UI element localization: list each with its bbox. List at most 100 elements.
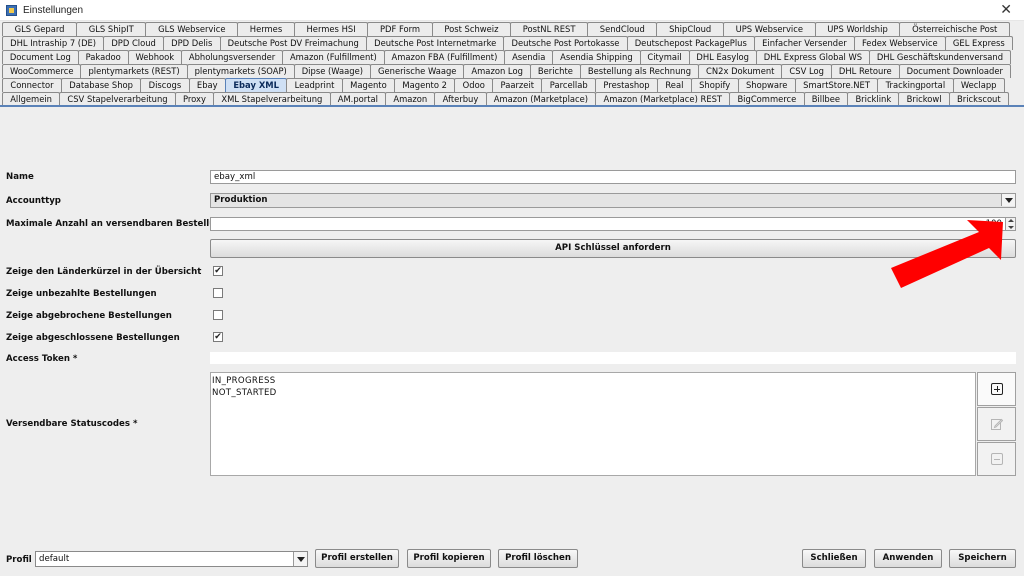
profil-loeschen-button[interactable]: Profil löschen <box>498 549 578 568</box>
tab-amazon-log[interactable]: Amazon Log <box>463 64 531 78</box>
list-item[interactable]: NOT_STARTED <box>212 387 974 399</box>
tab-odoo[interactable]: Odoo <box>454 78 494 92</box>
tab-dhl-easylog[interactable]: DHL Easylog <box>688 50 757 64</box>
name-field[interactable]: ebay_xml <box>210 170 1016 184</box>
tab-plentymarkets-soap[interactable]: plentymarkets (SOAP) <box>186 64 295 78</box>
access-token-field[interactable] <box>210 352 1016 364</box>
spinner-arrows-icon[interactable] <box>1005 218 1015 230</box>
tab-leadprint[interactable]: Leadprint <box>286 78 343 92</box>
tab-deutsche-post-portokasse[interactable]: Deutsche Post Portokasse <box>503 36 628 50</box>
tab-real[interactable]: Real <box>657 78 692 92</box>
tab-deutsche-post-internetmarke[interactable]: Deutsche Post Internetmarke <box>366 36 505 50</box>
tab-dhl-express-global-ws[interactable]: DHL Express Global WS <box>755 50 870 64</box>
tab-smartstore-net[interactable]: SmartStore.NET <box>794 78 879 92</box>
tab-ups-webservice[interactable]: UPS Webservice <box>722 22 816 36</box>
tab-postnl-rest[interactable]: PostNL REST <box>510 22 589 36</box>
tab-pakadoo[interactable]: Pakadoo <box>77 50 129 64</box>
tab-parcellab[interactable]: Parcellab <box>541 78 597 92</box>
tab-magento-2[interactable]: Magento 2 <box>394 78 456 92</box>
tab-database-shop[interactable]: Database Shop <box>60 78 142 92</box>
list-item[interactable]: IN_PROGRESS <box>212 375 974 387</box>
max-orders-spinner[interactable]: 100 <box>210 217 1016 231</box>
tab-proxy[interactable]: Proxy <box>174 92 215 106</box>
tab-document-downloader[interactable]: Document Downloader <box>898 64 1011 78</box>
tab-berichte[interactable]: Berichte <box>529 64 581 78</box>
tab-dhl-intraship-7-de[interactable]: DHL Intraship 7 (DE) <box>2 36 105 50</box>
tab-dipse-waage[interactable]: Dipse (Waage) <box>293 64 372 78</box>
tab-cn2x-dokument[interactable]: CN2x Dokument <box>698 64 783 78</box>
tab-gls-shipit[interactable]: GLS ShipIT <box>76 22 147 36</box>
tab-asendia-shipping[interactable]: Asendia Shipping <box>552 50 641 64</box>
chevron-down-icon[interactable] <box>1001 194 1015 206</box>
tab-bigcommerce[interactable]: BigCommerce <box>729 92 805 106</box>
tab-gls-gepard[interactable]: GLS Gepard <box>2 22 78 36</box>
tab-am-portal[interactable]: AM.portal <box>329 92 387 106</box>
tab-generische-waage[interactable]: Generische Waage <box>370 64 465 78</box>
tab-xml-stapelverarbeitung[interactable]: XML Stapelverarbeitung <box>213 92 331 106</box>
speichern-button[interactable]: Speichern <box>949 549 1016 568</box>
cb-laender-checkbox[interactable]: ✔ <box>213 266 223 276</box>
tab-prestashop[interactable]: Prestashop <box>595 78 658 92</box>
tab-shopware[interactable]: Shopware <box>737 78 796 92</box>
edit-status-button[interactable] <box>977 407 1016 441</box>
tab-amazon-marketplace[interactable]: Amazon (Marketplace) <box>485 92 597 106</box>
tab-trackingportal[interactable]: Trackingportal <box>877 78 954 92</box>
profil-kopieren-button[interactable]: Profil kopieren <box>407 549 491 568</box>
tab-citymail[interactable]: Citymail <box>639 50 690 64</box>
tab-discogs[interactable]: Discogs <box>140 78 190 92</box>
tab-hermes[interactable]: Hermes <box>237 22 295 36</box>
tab-webhook[interactable]: Webhook <box>127 50 183 64</box>
chevron-down-icon[interactable] <box>293 552 307 566</box>
tab-dpd-cloud[interactable]: DPD Cloud <box>103 36 165 50</box>
tab-bestellung-als-rechnung[interactable]: Bestellung als Rechnung <box>579 64 700 78</box>
tab-deutsche-post-dv-freimachung[interactable]: Deutsche Post DV Freimachung <box>219 36 367 50</box>
status-codes-list[interactable]: IN_PROGRESS NOT_STARTED <box>210 372 976 476</box>
schliessen-button[interactable]: Schließen <box>802 549 866 568</box>
tab-csv-log[interactable]: CSV Log <box>781 64 832 78</box>
tab-amazon-fba-fulfillment[interactable]: Amazon FBA (Fulfillment) <box>383 50 506 64</box>
tab-plentymarkets-rest[interactable]: plentymarkets (REST) <box>80 64 188 78</box>
cb-abgebrochen-checkbox[interactable] <box>213 310 223 320</box>
tab-paarzeit[interactable]: Paarzeit <box>492 78 543 92</box>
tab-amazon-fulfillment[interactable]: Amazon (Fulfillment) <box>282 50 385 64</box>
tab-bricklink[interactable]: Bricklink <box>847 92 900 106</box>
tab-asendia[interactable]: Asendia <box>504 50 554 64</box>
tab-allgemein[interactable]: Allgemein <box>2 92 61 106</box>
anwenden-button[interactable]: Anwenden <box>874 549 942 568</box>
tab-document-log[interactable]: Document Log <box>2 50 79 64</box>
tab-amazon[interactable]: Amazon <box>385 92 436 106</box>
tab-dhl-retoure[interactable]: DHL Retoure <box>830 64 900 78</box>
tab-post-schweiz[interactable]: Post Schweiz <box>431 22 512 36</box>
close-icon[interactable]: ✕ <box>1000 2 1012 18</box>
tab-brickscout[interactable]: Brickscout <box>948 92 1009 106</box>
tab-billbee[interactable]: Billbee <box>803 92 849 106</box>
profil-select[interactable]: default <box>35 551 308 567</box>
remove-status-button[interactable] <box>977 442 1016 476</box>
cb-abgeschlossen-checkbox[interactable]: ✔ <box>213 332 223 342</box>
tab-weclapp[interactable]: Weclapp <box>952 78 1005 92</box>
tab-brickowl[interactable]: Brickowl <box>898 92 950 106</box>
tab-magento[interactable]: Magento <box>341 78 396 92</box>
tab-shipcloud[interactable]: ShipCloud <box>656 22 724 36</box>
tab-afterbuy[interactable]: Afterbuy <box>434 92 487 106</box>
tab-ebay-xml[interactable]: Ebay XML <box>224 78 288 92</box>
tab-hermes-hsi[interactable]: Hermes HSI <box>293 22 369 36</box>
tab-einfacher-versender[interactable]: Einfacher Versender <box>753 36 855 50</box>
tab-fedex-webservice[interactable]: Fedex Webservice <box>853 36 946 50</box>
tab-österreichische-post[interactable]: Österreichische Post <box>899 22 1010 36</box>
tab-shopify[interactable]: Shopify <box>690 78 739 92</box>
tab-csv-stapelverarbeitung[interactable]: CSV Stapelverarbeitung <box>59 92 176 106</box>
tab-dhl-geschäftskundenversand[interactable]: DHL Geschäftskundenversand <box>868 50 1011 64</box>
tab-dpd-delis[interactable]: DPD Delis <box>163 36 221 50</box>
tab-deutschepost-packageplus[interactable]: Deutschepost PackagePlus <box>626 36 755 50</box>
tab-sendcloud[interactable]: SendCloud <box>587 22 658 36</box>
tab-ebay[interactable]: Ebay <box>188 78 226 92</box>
add-status-button[interactable] <box>977 372 1016 406</box>
profil-erstellen-button[interactable]: Profil erstellen <box>315 549 399 568</box>
accounttyp-select[interactable]: Produktion <box>210 193 1016 208</box>
tab-connector[interactable]: Connector <box>2 78 62 92</box>
tab-gls-webservice[interactable]: GLS Webservice <box>145 22 239 36</box>
tab-ups-worldship[interactable]: UPS Worldship <box>814 22 901 36</box>
tab-abholungsversender[interactable]: Abholungsversender <box>181 50 284 64</box>
tab-amazon-marketplace-rest[interactable]: Amazon (Marketplace) REST <box>595 92 731 106</box>
